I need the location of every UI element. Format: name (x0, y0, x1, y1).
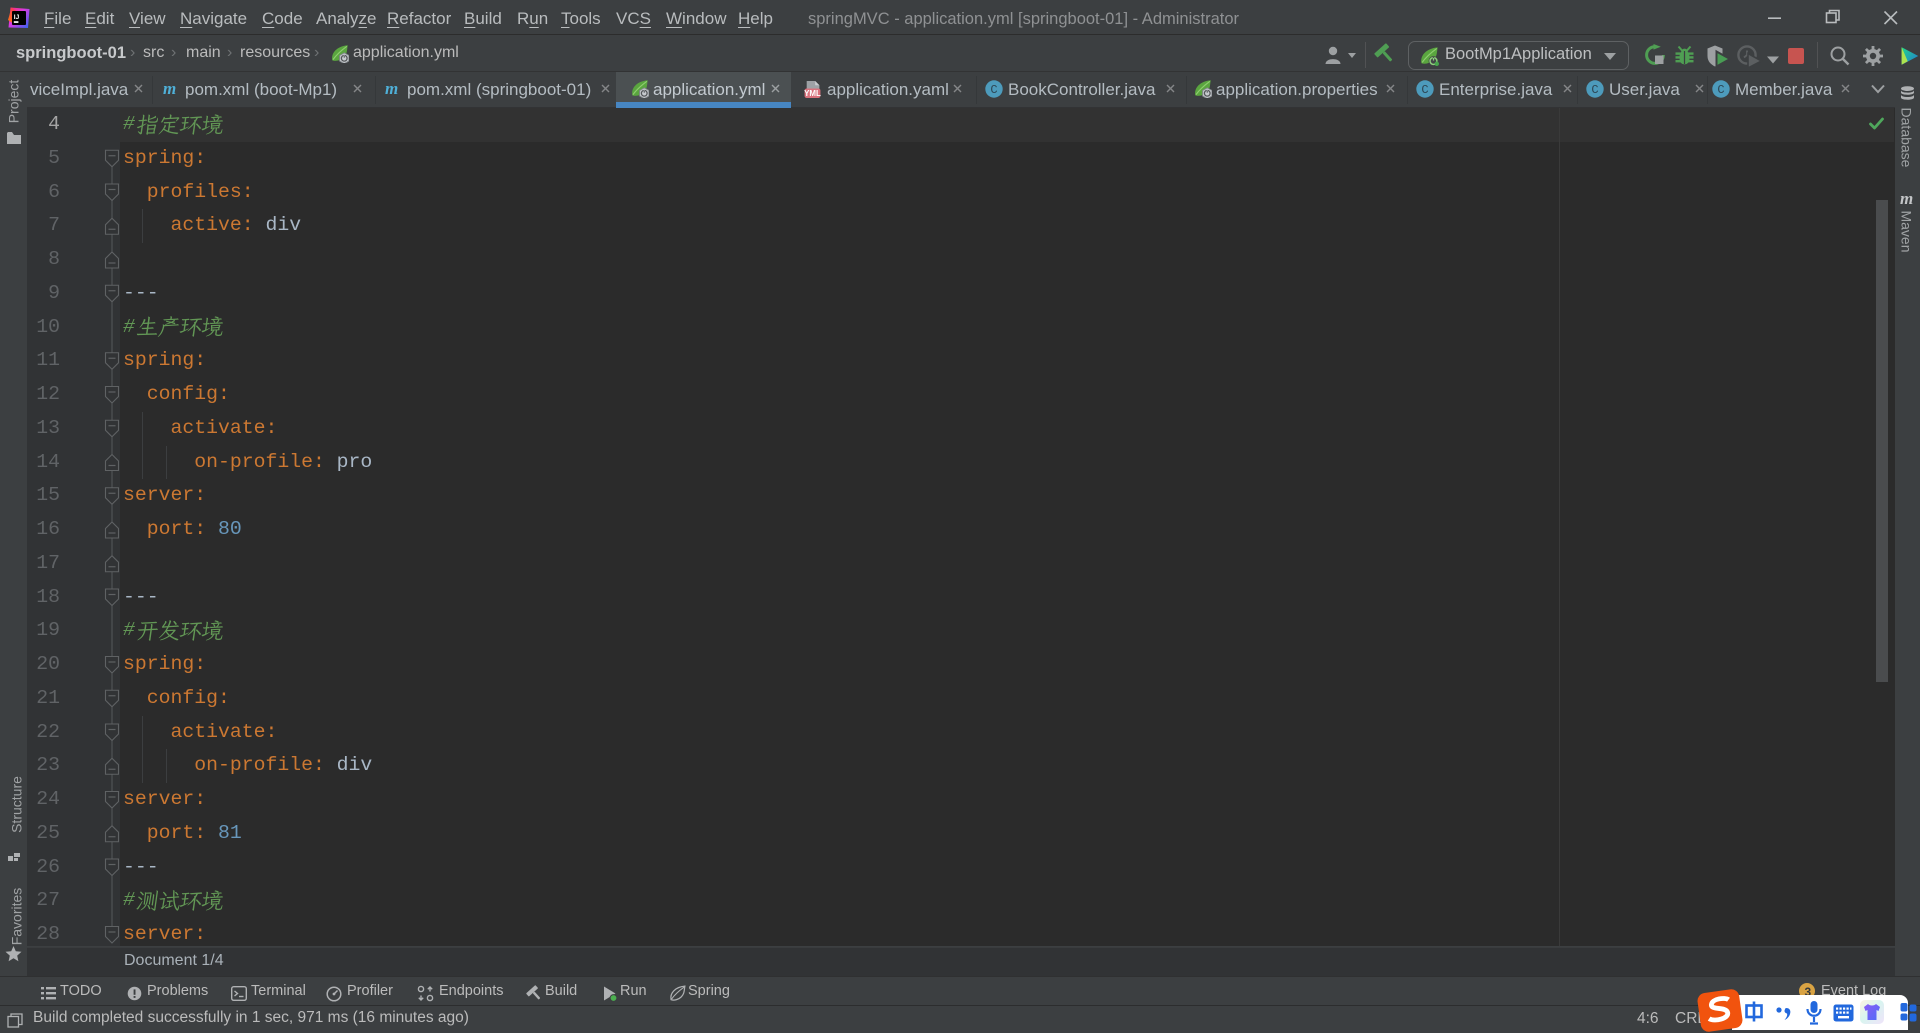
svg-text:IJ: IJ (14, 14, 20, 21)
